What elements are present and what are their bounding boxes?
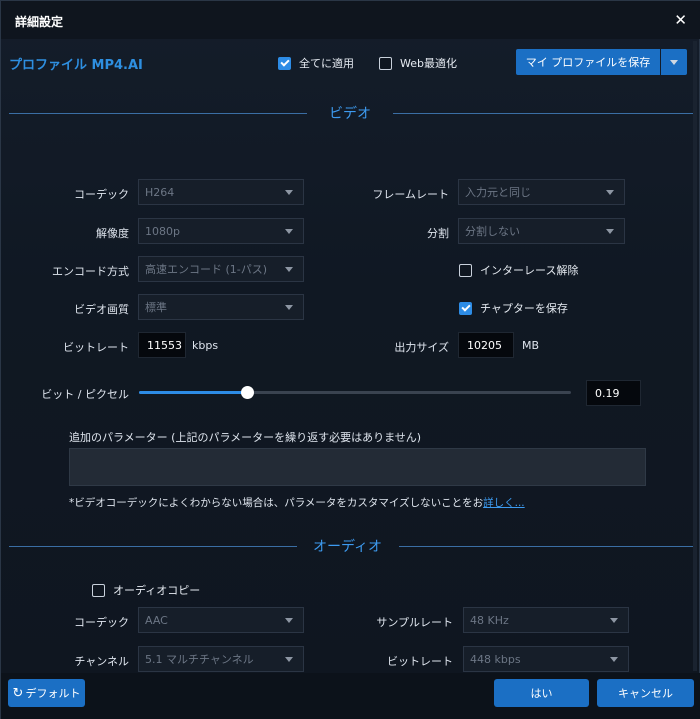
checkbox-unchecked-icon xyxy=(459,263,472,277)
chevron-down-icon xyxy=(285,190,293,195)
deinterlace-checkbox[interactable]: インターレース解除 xyxy=(459,262,578,278)
video-bitrate-unit: kbps xyxy=(192,339,219,352)
channel-value: 5.1 マルチチャンネル xyxy=(145,653,254,666)
cancel-button[interactable]: キャンセル xyxy=(597,679,694,707)
framerate-value: 入力元と同じ xyxy=(465,186,531,199)
checkbox-checked-icon xyxy=(278,56,291,70)
bits-per-pixel-slider[interactable] xyxy=(139,386,571,399)
dialog-footer xyxy=(1,673,700,719)
output-size-input[interactable]: 10205 xyxy=(458,332,514,358)
video-quality-label: ビデオ画質 xyxy=(74,303,129,316)
audio-bitrate-value: 448 kbps xyxy=(470,652,521,666)
audio-copy-label: オーディオコピー xyxy=(113,584,201,597)
resolution-label: 解像度 xyxy=(96,227,129,240)
resolution-value: 1080p xyxy=(145,224,180,238)
divider xyxy=(9,113,307,114)
divider xyxy=(399,546,693,547)
output-size-unit: MB xyxy=(522,339,540,352)
slider-fill xyxy=(139,391,247,394)
apply-all-checkbox[interactable]: 全てに適用 xyxy=(278,55,354,71)
video-section-header: ビデオ xyxy=(1,103,700,123)
chevron-down-icon xyxy=(285,618,293,623)
video-codec-value: H264 xyxy=(145,185,175,199)
reset-icon: ↻ xyxy=(12,685,24,701)
ok-button[interactable]: はい xyxy=(494,679,589,707)
save-chapters-label: チャプターを保存 xyxy=(480,302,568,315)
chevron-down-icon xyxy=(610,657,618,662)
divider xyxy=(9,546,297,547)
chevron-down-icon xyxy=(670,59,678,65)
advanced-settings-dialog: 詳細設定 ✕ プロファイル MP4.AI 全てに適用 Web最適化 マイ プロフ… xyxy=(0,0,700,719)
split-value: 分割しない xyxy=(465,225,520,238)
divider xyxy=(393,113,693,114)
audio-section-header: オーディオ xyxy=(1,536,700,556)
default-button[interactable]: ↻ デフォルト xyxy=(8,679,85,707)
apply-all-label: 全てに適用 xyxy=(299,57,354,70)
web-optimize-label: Web最適化 xyxy=(400,57,457,70)
scrollbar[interactable] xyxy=(693,41,697,671)
video-codec-label: コーデック xyxy=(74,188,129,201)
chevron-down-icon xyxy=(606,229,614,234)
codec-note-text: *ビデオコーデックによくわからない場合は、パラメータをカスタマイズしないことをお xyxy=(69,497,484,509)
learn-more-link[interactable]: 詳しく... xyxy=(483,497,525,509)
video-section-title: ビデオ xyxy=(329,106,371,122)
chevron-down-icon xyxy=(285,657,293,662)
audio-codec-select[interactable]: AAC xyxy=(138,607,304,633)
chevron-down-icon xyxy=(610,618,618,623)
audio-codec-label: コーデック xyxy=(74,616,129,629)
chevron-down-icon xyxy=(285,305,293,310)
channel-select[interactable]: 5.1 マルチチャンネル xyxy=(138,646,304,672)
audio-section-title: オーディオ xyxy=(313,539,383,555)
audio-copy-checkbox[interactable]: オーディオコピー xyxy=(92,582,200,598)
video-quality-select[interactable]: 標準 xyxy=(138,294,304,320)
samplerate-value: 48 KHz xyxy=(470,613,509,627)
save-profile-dropdown[interactable] xyxy=(661,49,687,75)
bits-per-pixel-input[interactable]: 0.19 xyxy=(586,380,641,406)
split-label: 分割 xyxy=(427,227,449,240)
samplerate-label: サンプルレート xyxy=(376,616,453,629)
video-bitrate-input[interactable]: 11553 xyxy=(138,332,186,358)
encode-mode-value: 高速エンコード (1-パス) xyxy=(145,263,268,276)
checkbox-unchecked-icon xyxy=(92,583,105,597)
deinterlace-label: インターレース解除 xyxy=(480,264,579,277)
slider-thumb[interactable] xyxy=(241,386,254,399)
chevron-down-icon xyxy=(285,267,293,272)
audio-bitrate-label: ビットレート xyxy=(387,655,453,668)
audio-codec-value: AAC xyxy=(145,613,168,627)
profile-name: プロファイル MP4.AI xyxy=(9,58,143,73)
extra-params-input[interactable] xyxy=(69,448,646,486)
checkbox-checked-icon xyxy=(459,301,472,315)
extra-params-label: 追加のパラメーター (上記のパラメーターを繰り返す必要はありません) xyxy=(69,431,422,444)
title-bar: 詳細設定 ✕ xyxy=(1,1,700,39)
web-optimize-checkbox[interactable]: Web最適化 xyxy=(379,55,457,71)
bits-per-pixel-label: ビット / ピクセル xyxy=(41,388,129,401)
dialog-title: 詳細設定 xyxy=(15,15,64,29)
video-bitrate-label: ビットレート xyxy=(63,341,129,354)
encode-mode-label: エンコード方式 xyxy=(52,265,129,278)
checkbox-unchecked-icon xyxy=(379,56,392,70)
default-button-label: デフォルト xyxy=(25,687,81,700)
video-quality-value: 標準 xyxy=(145,301,167,314)
audio-bitrate-select[interactable]: 448 kbps xyxy=(463,646,629,672)
encode-mode-select[interactable]: 高速エンコード (1-パス) xyxy=(138,256,304,282)
codec-note: *ビデオコーデックによくわからない場合は、パラメータをカスタマイズしないことをお… xyxy=(69,495,525,510)
chevron-down-icon xyxy=(606,190,614,195)
framerate-label: フレームレート xyxy=(372,188,449,201)
chevron-down-icon xyxy=(285,229,293,234)
samplerate-select[interactable]: 48 KHz xyxy=(463,607,629,633)
channel-label: チャンネル xyxy=(74,655,129,668)
resolution-select[interactable]: 1080p xyxy=(138,218,304,244)
video-codec-select[interactable]: H264 xyxy=(138,179,304,205)
framerate-select[interactable]: 入力元と同じ xyxy=(458,179,625,205)
split-select[interactable]: 分割しない xyxy=(458,218,625,244)
save-chapters-checkbox[interactable]: チャプターを保存 xyxy=(459,300,568,316)
close-icon[interactable]: ✕ xyxy=(674,11,687,29)
output-size-label: 出力サイズ xyxy=(394,341,449,354)
save-profile-button[interactable]: マイ プロファイルを保存 xyxy=(516,49,660,75)
